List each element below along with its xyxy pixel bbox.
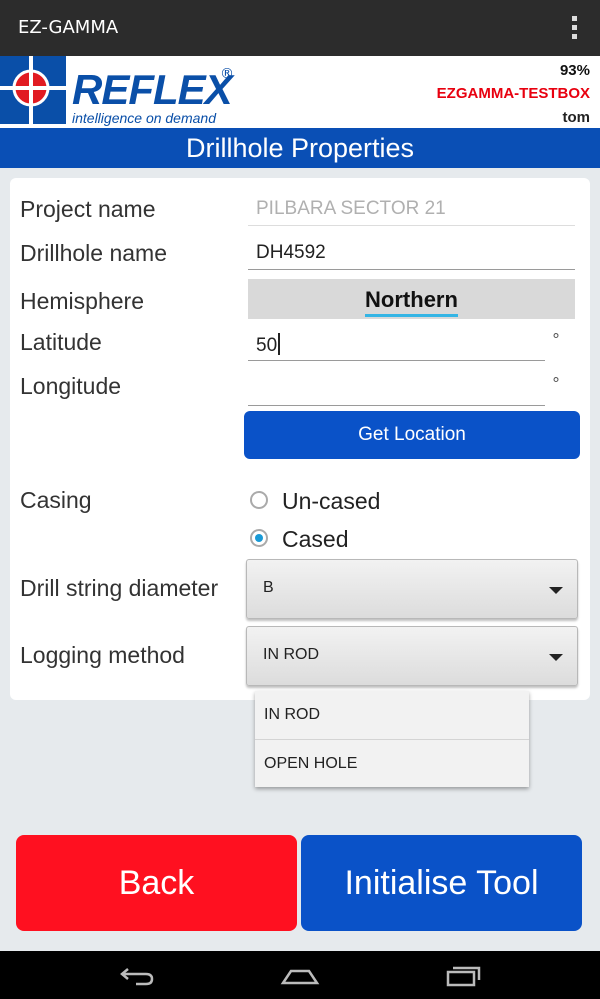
- radio-cased[interactable]: [250, 529, 268, 547]
- drill-string-diameter-value: B: [263, 579, 274, 596]
- nav-recents-icon[interactable]: [444, 963, 484, 987]
- device-name: EZGAMMA-TESTBOX: [436, 85, 590, 102]
- dropdown-option-open-hole[interactable]: OPEN HOLE: [255, 740, 529, 788]
- app-title-bar: EZ-GAMMA: [0, 0, 600, 56]
- drill-string-diameter-select[interactable]: B: [246, 559, 578, 619]
- radio-uncased-label[interactable]: Un-cased: [282, 488, 380, 515]
- nav-home-icon[interactable]: [280, 963, 320, 987]
- latitude-value: 50: [256, 335, 278, 356]
- logging-method-value: IN ROD: [263, 646, 319, 663]
- nav-back-icon[interactable]: [118, 963, 158, 987]
- registered-mark: ®: [220, 66, 234, 82]
- battery-level: 93%: [559, 62, 590, 79]
- chevron-down-icon: [549, 654, 563, 661]
- page-title: Drillhole Properties: [0, 128, 600, 168]
- hemisphere-label: Hemisphere: [20, 288, 144, 314]
- latitude-field[interactable]: 50: [248, 333, 545, 361]
- project-name-field: PILBARA SECTOR 21: [248, 198, 575, 226]
- radio-uncased[interactable]: [250, 491, 268, 509]
- dropdown-option-in-rod[interactable]: IN ROD: [255, 691, 529, 739]
- latitude-label: Latitude: [20, 329, 102, 355]
- app-title: EZ-GAMMA: [18, 17, 119, 38]
- casing-label: Casing: [20, 487, 92, 513]
- get-location-button[interactable]: Get Location: [244, 411, 580, 459]
- longitude-unit: °: [552, 374, 560, 393]
- logging-method-select[interactable]: IN ROD: [246, 626, 578, 686]
- project-name-label: Project name: [20, 196, 156, 222]
- brand-logo-text: REFLEX: [72, 66, 233, 113]
- hemisphere-value: Northern: [365, 287, 458, 317]
- hemisphere-toggle[interactable]: Northern: [248, 279, 575, 319]
- chevron-down-icon: [549, 587, 563, 594]
- logging-method-dropdown: IN ROD OPEN HOLE: [255, 691, 529, 787]
- drillhole-name-field[interactable]: DH4592: [248, 242, 575, 270]
- logging-method-label: Logging method: [20, 642, 185, 668]
- longitude-field[interactable]: [248, 376, 545, 406]
- overflow-menu-icon[interactable]: [572, 16, 578, 40]
- user-name: tom: [562, 109, 591, 126]
- text-cursor: [278, 333, 281, 355]
- drillhole-name-label: Drillhole name: [20, 240, 168, 266]
- latitude-unit: °: [552, 330, 560, 349]
- brand-header: REFLEX ® intelligence on demand 93% EZGA…: [0, 56, 600, 128]
- initialise-tool-button[interactable]: Initialise Tool: [301, 835, 582, 931]
- crosshair-logo-icon: [0, 56, 66, 124]
- brand-tagline: intelligence on demand: [72, 110, 216, 126]
- back-button[interactable]: Back: [16, 835, 297, 931]
- system-nav-bar: [0, 951, 600, 999]
- radio-cased-label[interactable]: Cased: [282, 526, 348, 553]
- longitude-label: Longitude: [20, 373, 122, 399]
- drill-string-diameter-label: Drill string diameter: [20, 575, 219, 601]
